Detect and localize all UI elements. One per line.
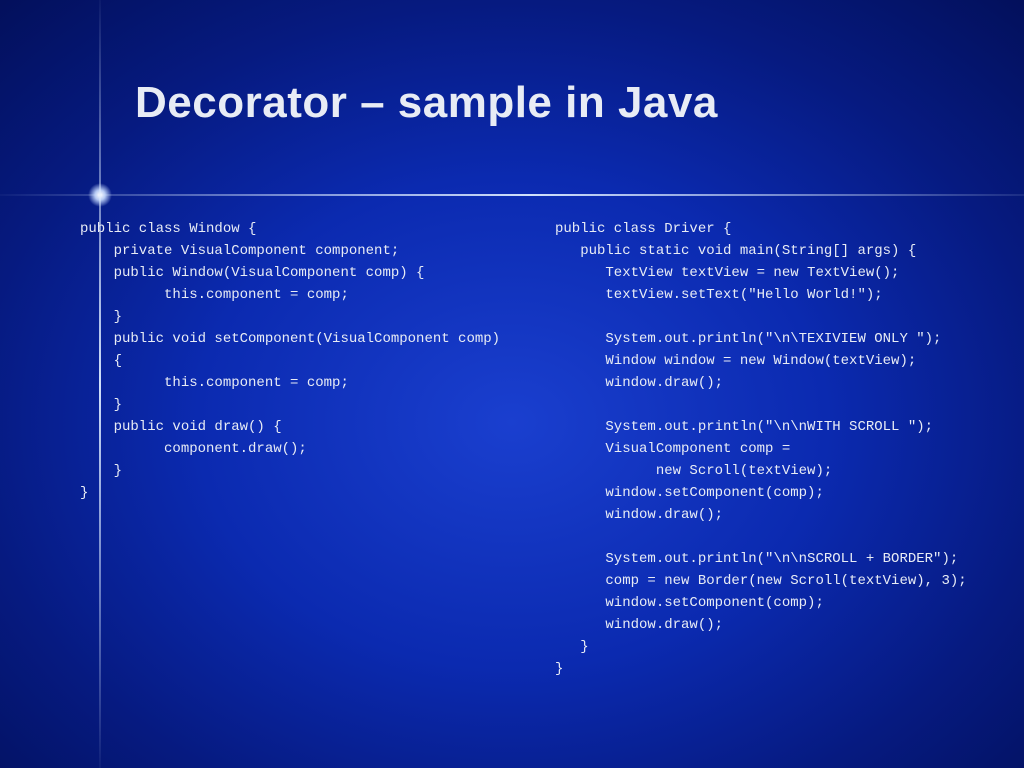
flare-decoration <box>100 195 101 196</box>
code-block-window: public class Window { private VisualComp… <box>80 218 530 504</box>
slide: Decorator – sample in Java public class … <box>0 0 1024 768</box>
slide-title: Decorator – sample in Java <box>135 78 718 128</box>
code-block-driver: public class Driver { public static void… <box>555 218 995 680</box>
